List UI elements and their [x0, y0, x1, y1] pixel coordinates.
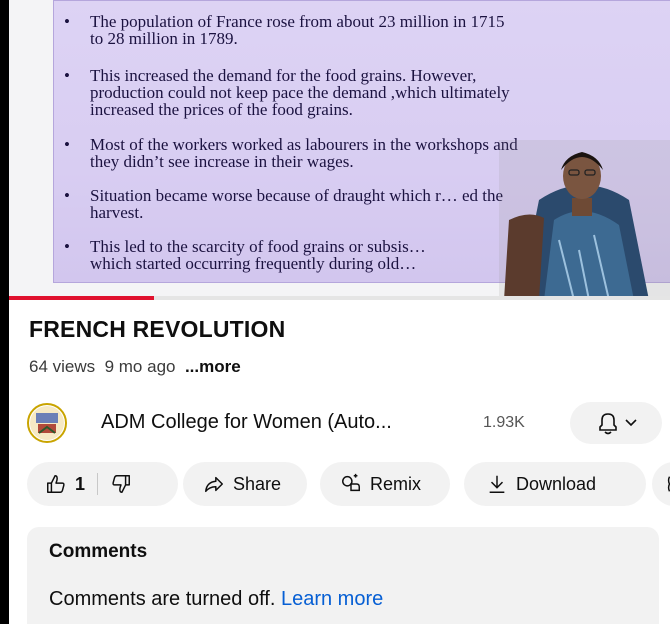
like-count[interactable]: 1 [75, 474, 85, 495]
remix-label: Remix [370, 473, 422, 494]
download-label: Download [516, 473, 597, 494]
view-count: 64 views [29, 357, 96, 376]
slide-bullet-line: The population of France rose from about… [90, 12, 505, 31]
upload-age: 9 mo ago [104, 357, 176, 376]
slide-bullet-1: • The population of France rose from abo… [64, 13, 664, 47]
more-actions-button[interactable] [652, 462, 670, 506]
share-button[interactable]: Share [183, 462, 307, 506]
comments-off-text: Comments are turned off. [49, 588, 276, 610]
college-logo-icon [30, 406, 64, 440]
action-row: 1 Share Remix Download [9, 462, 670, 508]
video-title: FRENCH REVOLUTION [29, 316, 286, 342]
like-divider [97, 473, 99, 495]
remix-icon [342, 473, 360, 492]
share-icon [205, 476, 223, 493]
slide-bullet-line: production could not keep pace the deman… [90, 83, 510, 102]
more-link[interactable]: ...more [185, 357, 241, 376]
comments-title: Comments [49, 541, 148, 562]
download-button[interactable]: Download [464, 462, 646, 506]
thumbs-down-icon[interactable] [110, 473, 132, 495]
video-meta[interactable]: 64 views 9 mo ago ...more [29, 357, 241, 377]
like-dislike-group: 1 [27, 462, 178, 506]
video-player[interactable]: • The population of France rose from abo… [9, 0, 670, 300]
bell-icon [599, 413, 637, 435]
comments-panel: Comments Comments are turned off. Learn … [27, 527, 659, 624]
slide-bullet-2: • This increased the demand for the food… [64, 67, 664, 118]
subscriber-count: 1.93K [483, 414, 525, 431]
slide-bullet-line: This increased the demand for the food g… [90, 66, 477, 85]
app-frame: • The population of France rose from abo… [9, 0, 670, 624]
presenter-overlay [499, 140, 670, 300]
channel-row: ADM College for Women (Auto... 1.93K [9, 398, 670, 448]
channel-avatar[interactable] [27, 403, 67, 443]
video-progress-fill [9, 296, 155, 300]
learn-more-link[interactable]: Learn more [281, 588, 383, 610]
video-progress-bar[interactable] [9, 296, 670, 300]
clip-icon [667, 476, 670, 492]
thumbs-up-icon[interactable] [45, 473, 67, 495]
share-label: Share [233, 473, 282, 494]
download-icon [489, 475, 505, 493]
channel-name[interactable]: ADM College for Women (Auto... [101, 411, 392, 434]
slide-bullet-line: increased the prices of the food grains. [90, 100, 353, 119]
subscription-bell-button[interactable] [570, 402, 662, 444]
slide-bullet-line: to 28 million in 1789. [90, 29, 238, 48]
remix-button[interactable]: Remix [320, 462, 450, 506]
comments-disabled-message: Comments are turned off. Learn more [49, 588, 383, 611]
